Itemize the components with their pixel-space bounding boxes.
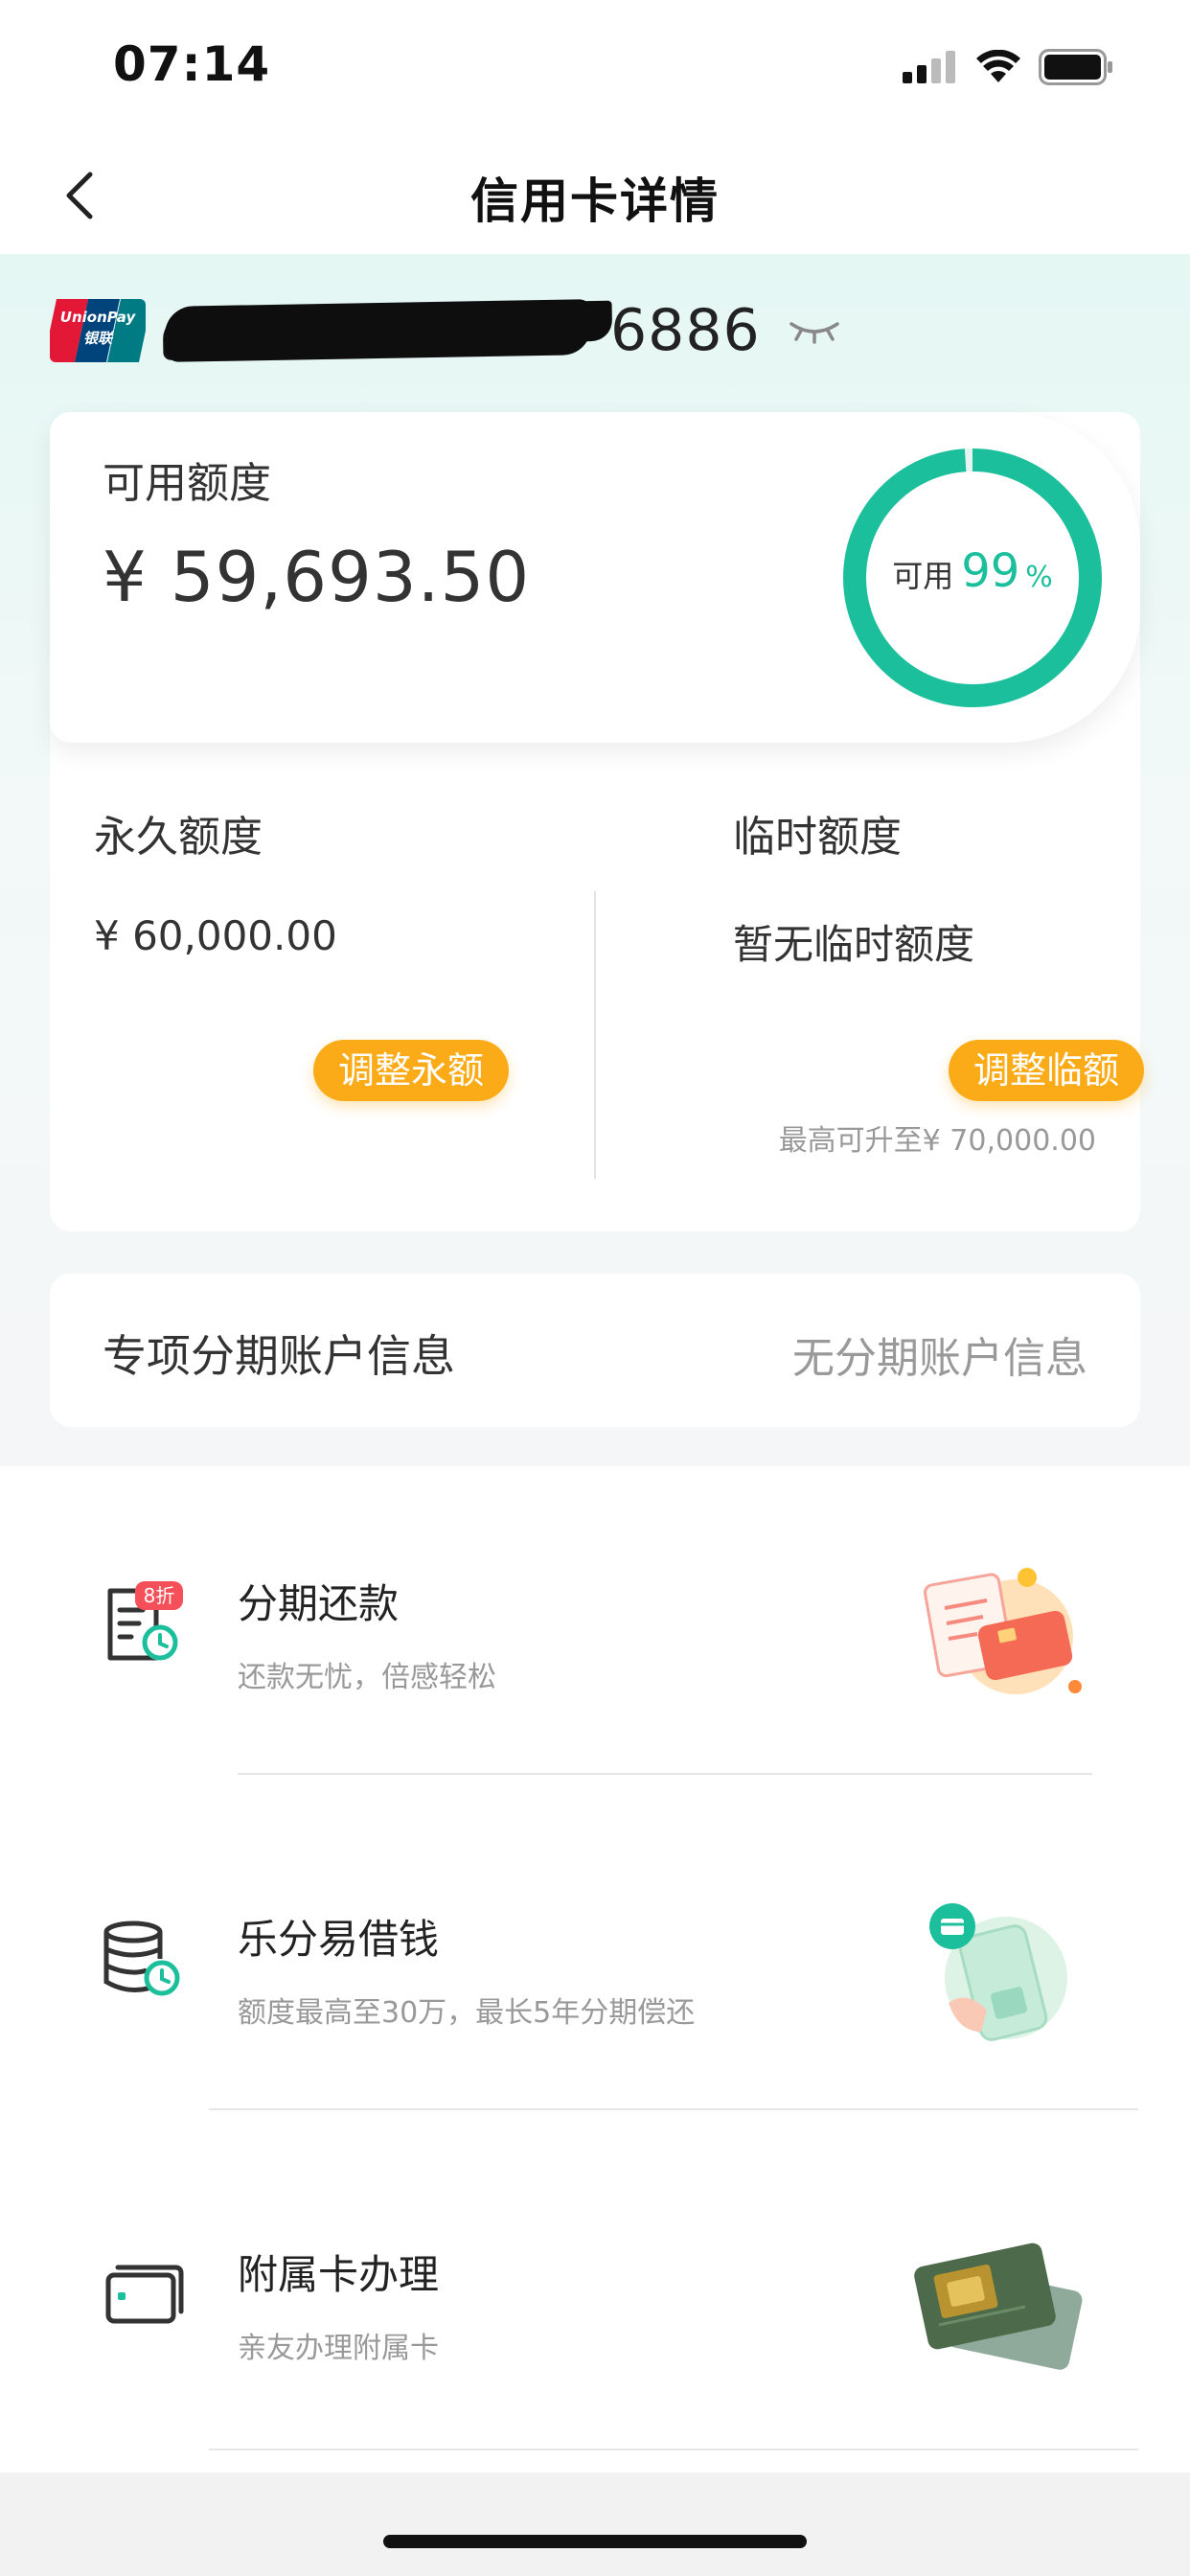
credit-cards-illustration: [910, 2233, 1092, 2377]
bill-and-card-illustration: [910, 1562, 1092, 1706]
service-item-easy-loan[interactable]: 乐分易借钱 额度最高至30万，最长5年分期偿还: [0, 1802, 1190, 2137]
bottom-bar: [0, 2472, 1190, 2576]
service-title: 分期还款: [238, 1580, 400, 1627]
battery-icon: [1039, 49, 1112, 85]
permanent-limit-value: ¥ 60,000.00: [94, 912, 337, 959]
available-ratio-ring: 可用 99%: [843, 448, 1102, 707]
service-title: 乐分易借钱: [238, 1916, 440, 1963]
temporary-limit-column: 临时额度 暂无临时额度 调整临额 最高可升至¥ 70,000.00: [594, 743, 1145, 1231]
coin-stack-clock-icon: [101, 1917, 187, 2003]
available-limit-label: 可用额度: [103, 459, 271, 508]
available-limit-panel: 可用额度 ¥ 59,693.50 可用 99%: [50, 412, 1140, 743]
masked-card-number: [164, 299, 592, 362]
installment-account-row[interactable]: 专项分期账户信息 无分期账户信息: [50, 1274, 1140, 1427]
visibility-toggle[interactable]: [786, 311, 843, 350]
service-subtitle: 还款无忧，倍感轻松: [238, 1661, 496, 1694]
card-last-four: 6886: [610, 297, 761, 364]
phone-payment-illustration: [910, 1898, 1092, 2041]
status-bar: 07:14: [0, 0, 1190, 134]
home-indicator: [383, 2535, 807, 2548]
temporary-limit-value: 暂无临时额度: [733, 921, 975, 968]
installment-account-value: 无分期账户信息: [792, 1334, 1087, 1383]
unionpay-logo-text: UnionPay 银联: [50, 307, 146, 349]
card-icon: [101, 2252, 187, 2338]
installment-account-label: 专项分期账户信息: [103, 1330, 455, 1382]
service-divider: [238, 1773, 1092, 1775]
cellular-signal-icon: [903, 51, 955, 83]
service-subtitle: 额度最高至30万，最长5年分期偿还: [238, 1996, 696, 2030]
service-subtitle: 亲友办理附属卡: [238, 2332, 439, 2365]
nav-bar: 信用卡详情: [0, 134, 1190, 254]
adjust-temporary-limit-button[interactable]: 调整临额: [949, 1040, 1145, 1101]
adjust-permanent-limit-button[interactable]: 调整永额: [313, 1040, 510, 1101]
ring-percent-unit: %: [1025, 561, 1053, 594]
discount-badge: 8折: [144, 1584, 175, 1607]
service-title: 附属卡办理: [238, 2251, 440, 2298]
eye-closed-icon: [789, 322, 839, 344]
permanent-limit-title: 永久额度: [94, 813, 263, 862]
available-limit-amount: ¥ 59,693.50: [103, 537, 531, 617]
status-time: 07:14: [113, 36, 271, 92]
status-icons: [903, 48, 1113, 86]
service-item-supplementary-card[interactable]: 附属卡办理 亲友办理附属卡: [0, 2137, 1190, 2472]
page-title: 信用卡详情: [470, 173, 720, 229]
service-item-installment-repayment[interactable]: 8折 分期还款 还款无忧，倍感轻松: [0, 1466, 1190, 1802]
permanent-limit-column: 永久额度 ¥ 60,000.00 调整永额: [50, 743, 594, 1231]
ring-label: 可用: [892, 558, 954, 594]
temporary-limit-max-note: 最高可升至¥ 70,000.00: [778, 1124, 1096, 1158]
unionpay-text-cn: 银联: [82, 330, 112, 347]
services-list: 8折 分期还款 还款无忧，倍感轻松 乐分易借钱 额度最高至30万，最长5年分期偿…: [0, 1466, 1190, 2472]
unionpay-logo: UnionPay 银联: [50, 299, 146, 362]
service-divider: [209, 2108, 1138, 2110]
installment-bill-icon: 8折: [101, 1581, 187, 1668]
service-divider: [209, 2449, 1138, 2450]
wifi-icon: [976, 50, 1020, 82]
credit-limit-section: UnionPay 银联 6886 可用额度 ¥ 59,693.50 可用 99 …: [0, 254, 1190, 1466]
ring-text: 可用 99%: [843, 544, 1102, 598]
ring-percent: 99: [961, 544, 1020, 598]
unionpay-text-en: UnionPay: [59, 309, 136, 326]
temporary-limit-title: 临时额度: [733, 813, 902, 862]
limit-card: 可用额度 ¥ 59,693.50 可用 99% 永久额度 ¥ 60,000.00 …: [50, 412, 1145, 1231]
card-number-row: UnionPay 银联 6886: [50, 292, 843, 369]
